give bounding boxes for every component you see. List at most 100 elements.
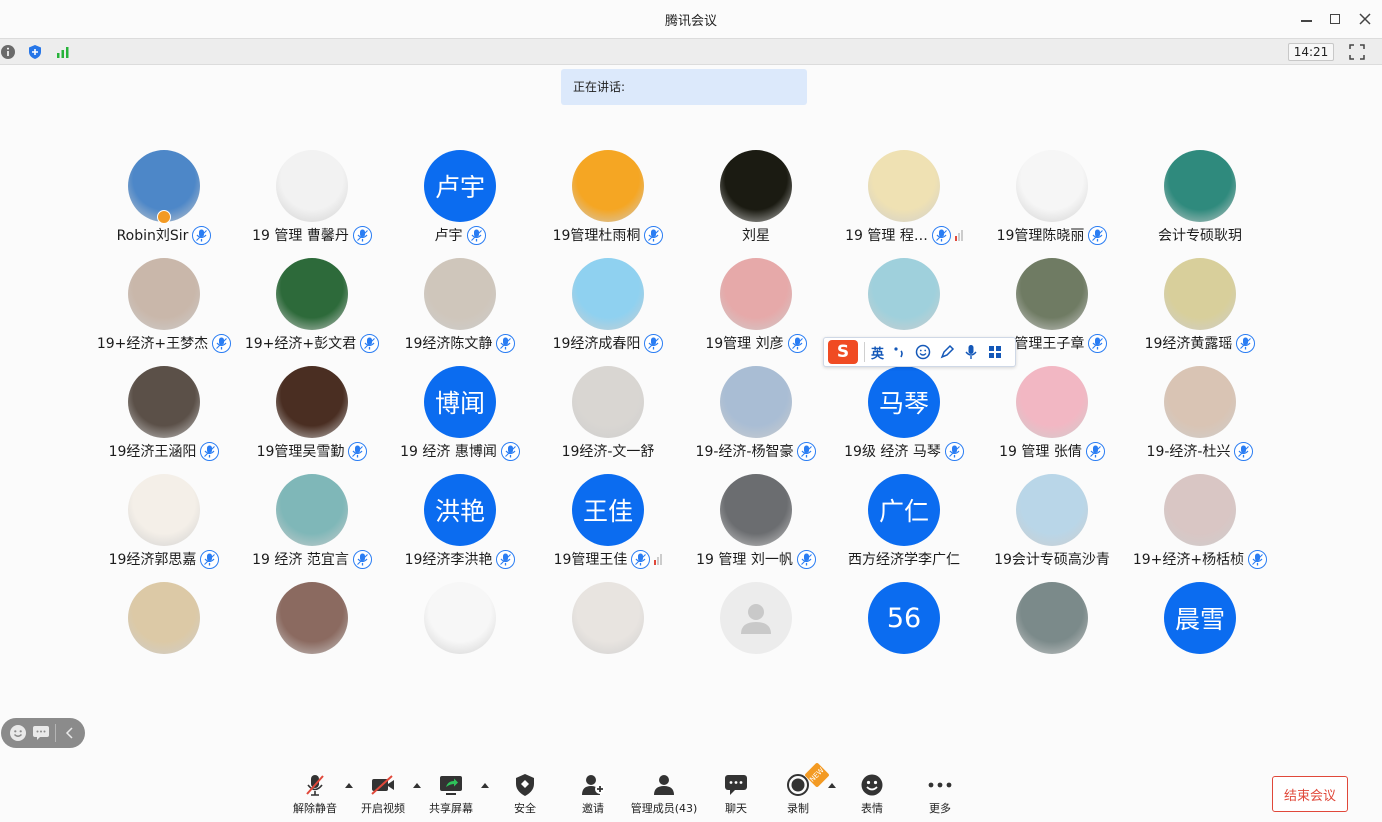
participant-tile[interactable]: 19 管理 程… [830,150,978,250]
emoji-icon[interactable] [914,343,932,361]
more-button[interactable]: 更多 [905,772,975,818]
mic-muted-icon[interactable] [1085,441,1105,461]
participant-tile[interactable]: 马琴 19级 经济 马琴 [830,366,978,466]
chat-button[interactable]: 聊天 [701,772,771,818]
participant-tile[interactable]: 19管理 刘彦 [682,258,830,358]
manage-members-button[interactable]: 管理成员(43) [629,772,699,818]
window-title: 腾讯会议 [664,14,717,29]
mic-muted-icon[interactable] [931,225,951,245]
floating-chat-pill[interactable] [1,718,85,748]
mic-muted-icon[interactable] [796,549,816,569]
mic-muted-icon[interactable] [500,441,520,461]
emoji-reaction-icon[interactable] [9,724,27,742]
participant-tile[interactable]: 卢宇 卢宇 [386,150,534,250]
minimize-button[interactable] [1295,8,1317,30]
mic-muted-icon[interactable] [200,441,220,461]
security-button[interactable]: 安全 [490,772,560,818]
mic-muted-icon[interactable] [466,225,486,245]
participant-tile[interactable]: 19 管理 张倩 [978,366,1126,466]
participant-tile[interactable]: 19+经济+杨栝桢 [1126,474,1274,574]
participant-tile[interactable]: 博闻 19 经济 惠博闻 [386,366,534,466]
participant-tile[interactable]: 会计专硕耿玥 [1126,150,1274,250]
participant-tile[interactable] [534,582,682,682]
participant-tile[interactable]: 王佳 19管理王佳 [534,474,682,574]
participant-tile[interactable]: 19-经济-杨智豪 [682,366,830,466]
participant-tile[interactable] [90,582,238,682]
participant-tile[interactable]: 19经济郭思嘉 [90,474,238,574]
fullscreen-icon[interactable] [1349,44,1365,60]
mic-muted-icon[interactable] [797,441,817,461]
share-options-caret[interactable] [481,783,489,788]
default-user-icon [741,604,771,634]
participant-tile[interactable]: 19经济-文一舒 [534,366,682,466]
chat-bubble-icon[interactable] [32,724,50,742]
mic-muted-icon[interactable] [1248,549,1268,569]
mic-muted-icon[interactable] [944,441,964,461]
participant-tile[interactable] [978,582,1126,682]
mic-muted-icon[interactable] [1236,333,1256,353]
network-signal-icon[interactable] [55,44,71,60]
participant-tile[interactable]: 19 管理 曹馨丹 [238,150,386,250]
skin-icon[interactable] [938,343,956,361]
invite-button[interactable]: 邀请 [558,772,628,818]
mic-muted-icon[interactable] [1088,225,1108,245]
participant-tile[interactable]: 19+经济+彭文君 [238,258,386,358]
punctuation-icon[interactable] [890,343,908,361]
participant-tile[interactable]: 19经济陈文静 [386,258,534,358]
info-icon[interactable] [0,44,16,60]
participant-tile[interactable]: 洪艳 19经济李洪艳 [386,474,534,574]
shield-icon[interactable] [27,44,43,60]
participant-tile[interactable]: 19+经济+王梦杰 [90,258,238,358]
mic-muted-icon[interactable] [496,333,516,353]
participant-tile[interactable]: 19经济黄露瑶 [1126,258,1274,358]
participant-tile[interactable] [238,582,386,682]
mic-muted-icon[interactable] [1088,333,1108,353]
mic-muted-icon[interactable] [360,333,380,353]
record-options-caret[interactable] [828,783,836,788]
end-meeting-button[interactable]: 结束会议 [1272,776,1348,812]
voice-icon[interactable] [962,343,980,361]
participant-tile[interactable]: 19 经济 范宜言 [238,474,386,574]
speaking-indicator: 正在讲话: [561,69,807,105]
participant-tile[interactable]: 19会计专硕高沙青 [978,474,1126,574]
participant-tile[interactable]: 19-经济-杜兴 [1126,366,1274,466]
mic-muted-icon[interactable] [631,549,651,569]
ime-language-toggle[interactable]: 英 [871,343,884,362]
participant-tile[interactable]: 19经济成春阳 [534,258,682,358]
share-screen-button[interactable]: 共享屏幕 [416,772,486,818]
participant-name-row: 19经济王涵阳 [90,441,238,461]
mic-muted-icon[interactable] [352,549,372,569]
mic-muted-icon[interactable] [212,333,232,353]
mic-muted-icon[interactable] [496,549,516,569]
participant-tile[interactable]: 19 管理 刘一帆 [682,474,830,574]
participant-avatar [868,150,940,222]
maximize-button[interactable] [1324,8,1346,30]
participant-tile[interactable]: 56 [830,582,978,682]
close-button[interactable] [1354,8,1376,30]
participant-tile[interactable]: 晨雪 [1126,582,1274,682]
unmute-button[interactable]: 解除静音 [280,772,350,818]
ime-toolbar[interactable]: S 英 [823,337,1016,367]
mic-muted-icon[interactable] [787,333,807,353]
mic-muted-icon[interactable] [1234,441,1254,461]
mic-muted-icon[interactable] [644,225,664,245]
participant-tile[interactable]: 19经济王涵阳 [90,366,238,466]
mic-muted-icon[interactable] [644,333,664,353]
mic-muted-icon[interactable] [348,441,368,461]
mic-muted-icon[interactable] [200,549,220,569]
participant-tile[interactable]: Robin刘Sir [90,150,238,250]
mic-muted-icon[interactable] [192,225,212,245]
chevron-left-icon[interactable] [61,724,79,742]
participant-tile[interactable]: 19管理陈晓丽 [978,150,1126,250]
participant-tile[interactable] [386,582,534,682]
start-video-button[interactable]: 开启视频 [348,772,418,818]
participant-tile[interactable]: 刘星 [682,150,830,250]
toolbox-icon[interactable] [986,343,1004,361]
participant-tile[interactable] [682,582,830,682]
participant-tile[interactable]: 广仁 西方经济学李广仁 [830,474,978,574]
sogou-logo-icon[interactable]: S [828,340,858,364]
mic-muted-icon[interactable] [352,225,372,245]
reactions-button[interactable]: 表情 [837,772,907,818]
participant-tile[interactable]: 19管理杜雨桐 [534,150,682,250]
participant-tile[interactable]: 19管理吴雪勤 [238,366,386,466]
